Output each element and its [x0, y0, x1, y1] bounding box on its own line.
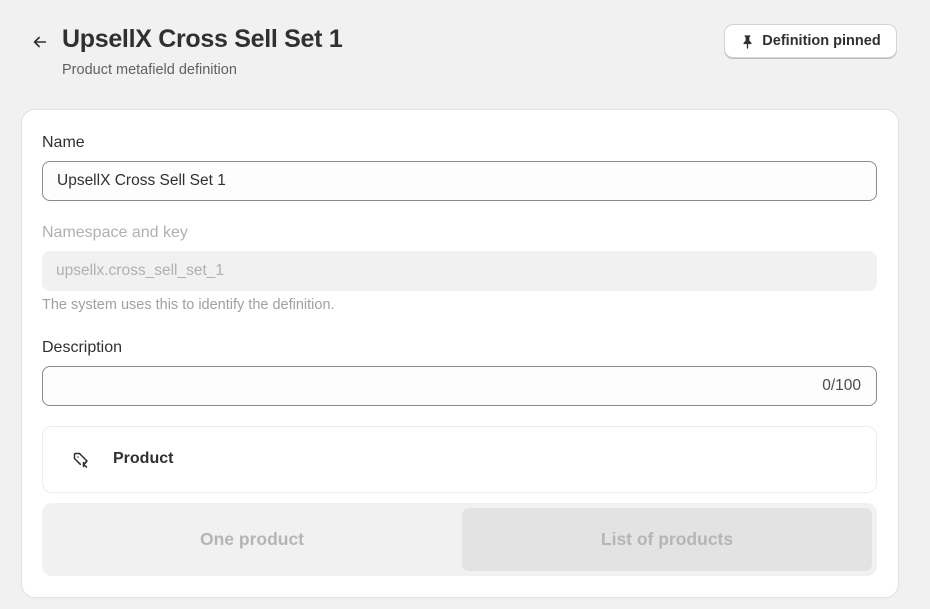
definition-card: Name UpsellX Cross Sell Set 1 Namespace …: [22, 110, 898, 597]
type-selector[interactable]: Product: [42, 426, 877, 493]
pin-button-label: Definition pinned: [762, 33, 881, 49]
metafield-definition-page: UpsellX Cross Sell Set 1 Product metafie…: [0, 0, 930, 609]
namespace-help-text: The system uses this to identify the def…: [42, 297, 335, 313]
cardinality-segmented-control: One product List of products: [42, 503, 877, 576]
definition-pinned-button[interactable]: Definition pinned: [724, 24, 897, 58]
pin-icon: [740, 34, 755, 49]
name-input[interactable]: UpsellX Cross Sell Set 1: [42, 161, 877, 201]
description-label: Description: [42, 339, 123, 356]
one-product-option[interactable]: One product: [47, 508, 457, 571]
page-header: UpsellX Cross Sell Set 1 Product metafie…: [0, 0, 930, 100]
product-tag-icon: [71, 450, 91, 470]
back-button[interactable]: [26, 28, 54, 56]
namespace-label: Namespace and key: [42, 224, 188, 241]
list-of-products-option[interactable]: List of products: [462, 508, 872, 571]
type-label: Product: [113, 450, 174, 467]
arrow-left-icon: [31, 33, 49, 51]
name-label: Name: [42, 134, 85, 151]
name-input-value: UpsellX Cross Sell Set 1: [57, 172, 226, 189]
namespace-input: upsellx.cross_sell_set_1: [42, 251, 877, 291]
page-subtitle: Product metafield definition: [62, 62, 237, 78]
page-title: UpsellX Cross Sell Set 1: [62, 25, 343, 53]
description-input[interactable]: 0/100: [42, 366, 877, 406]
description-char-count: 0/100: [822, 377, 861, 394]
namespace-input-value: upsellx.cross_sell_set_1: [56, 262, 225, 279]
